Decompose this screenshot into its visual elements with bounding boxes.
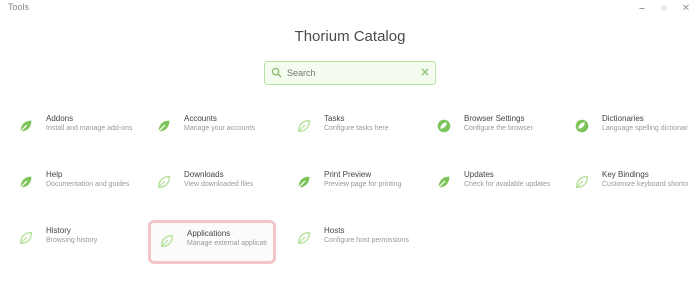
catalog-item-text: Applications Manage external applications <box>187 229 267 248</box>
catalog-item-name: Hosts <box>324 226 345 235</box>
catalog-item-text: Browser Settings Configure the browser <box>464 114 533 133</box>
catalog-item-text: Accounts Manage your accounts <box>184 114 255 133</box>
catalog-item-description: Browsing history <box>46 237 98 244</box>
catalog-item[interactable]: Print Preview Preview page for printing <box>288 164 416 208</box>
search-icon <box>271 67 283 79</box>
window-controls: ⎯ ○ ✕ <box>636 2 692 14</box>
catalog-item-description: Install and manage add-ons <box>46 125 132 132</box>
minimize-icon[interactable]: ⎯ <box>636 2 648 14</box>
catalog-item-description: Manage external applications <box>187 240 267 247</box>
catalog-item-description: Configure the browser <box>464 125 533 132</box>
catalog-item-text: Dictionaries Language spelling dictionari… <box>602 114 688 133</box>
catalog-item-description: Check for available updates <box>464 181 550 188</box>
catalog-item-text: Tasks Configure tasks here <box>324 114 389 133</box>
gear-leaf-icon <box>434 116 454 136</box>
catalog-item-text: Key Bindings Customize keyboard shortcuts <box>602 170 688 189</box>
catalog-item-text: Downloads View downloaded files <box>184 170 253 189</box>
catalog-item-text: History Browsing history <box>46 226 97 245</box>
search-box[interactable] <box>264 61 436 85</box>
catalog-item-text: Updates Check for available updates <box>464 170 550 189</box>
catalog-item-description: Customize keyboard shortcuts <box>602 181 688 188</box>
leaf-icon <box>434 172 454 192</box>
catalog-item-name: Downloads <box>184 170 224 179</box>
catalog-item-name: Help <box>46 170 63 179</box>
title-bar: Tools ⎯ ○ ✕ <box>0 0 700 18</box>
leaf-outline-icon <box>16 228 36 248</box>
catalog-item-text: Help Documentation and guides <box>46 170 129 189</box>
catalog-item[interactable]: Addons Install and manage add-ons <box>10 108 138 152</box>
catalog-item-name: Print Preview <box>324 170 372 179</box>
book-leaf-icon <box>572 116 592 136</box>
leaf-outline-icon <box>154 172 174 192</box>
catalog-item-text: Addons Install and manage add-ons <box>46 114 132 133</box>
puzzle-icon <box>16 116 36 136</box>
catalog-item[interactable]: Help Documentation and guides <box>10 164 138 208</box>
catalog-item-name: Key Bindings <box>602 170 649 179</box>
catalog-item-name: History <box>46 226 71 235</box>
catalog-item-description: Configure host permissions list <box>324 237 410 244</box>
leaf-outline-icon <box>572 172 592 192</box>
leaf-outline-icon <box>294 116 314 136</box>
catalog-item-name: Browser Settings <box>464 114 525 123</box>
catalog-item[interactable]: History Browsing history <box>10 220 138 264</box>
catalog-item[interactable]: Applications Manage external applications <box>148 220 276 264</box>
catalog-item[interactable]: Hosts Configure host permissions list <box>288 220 416 264</box>
catalog-item-description: Configure tasks here <box>324 125 389 132</box>
clear-search-icon[interactable] <box>421 68 429 79</box>
catalog-item-name: Addons <box>46 114 74 123</box>
catalog-item-text: Hosts Configure host permissions list <box>324 226 410 245</box>
leaf-icon <box>294 172 314 192</box>
catalog-item-name: Applications <box>187 229 231 238</box>
catalog-item-description: Preview page for printing <box>324 181 402 188</box>
catalog-item-description: Documentation and guides <box>46 181 130 188</box>
leaf-icon <box>154 116 174 136</box>
catalog-item[interactable]: Key Bindings Customize keyboard shortcuts <box>566 164 694 208</box>
catalog-window: Tools ⎯ ○ ✕ Thorium Catalog Addons Instal… <box>0 0 700 300</box>
catalog-item-name: Dictionaries <box>602 114 644 123</box>
app-title: Tools <box>8 2 30 12</box>
catalog-item[interactable]: Downloads View downloaded files <box>148 164 276 208</box>
maximize-icon[interactable]: ○ <box>658 2 670 14</box>
catalog-item[interactable]: Updates Check for available updates <box>428 164 556 208</box>
leaf-icon <box>16 172 36 192</box>
catalog-item[interactable]: Browser Settings Configure the browser <box>428 108 556 152</box>
catalog-item-description: Manage your accounts <box>184 125 255 132</box>
search-input[interactable] <box>283 63 421 83</box>
leaf-outline-icon <box>157 231 177 251</box>
catalog-item-name: Accounts <box>184 114 217 123</box>
catalog-item-name: Updates <box>464 170 494 179</box>
catalog-item-text: Print Preview Preview page for printing <box>324 170 401 189</box>
page-title: Thorium Catalog <box>294 28 406 45</box>
leaf-outline-icon <box>294 228 314 248</box>
close-icon[interactable]: ✕ <box>680 2 692 14</box>
catalog-item[interactable]: Tasks Configure tasks here <box>288 108 416 152</box>
catalog-item-description: Language spelling dictionaries <box>602 125 688 132</box>
catalog-item-description: View downloaded files <box>184 181 254 188</box>
catalog-item[interactable]: Accounts Manage your accounts <box>148 108 276 152</box>
catalog-item-name: Tasks <box>324 114 345 123</box>
catalog-item[interactable]: Dictionaries Language spelling dictionari… <box>566 108 694 152</box>
